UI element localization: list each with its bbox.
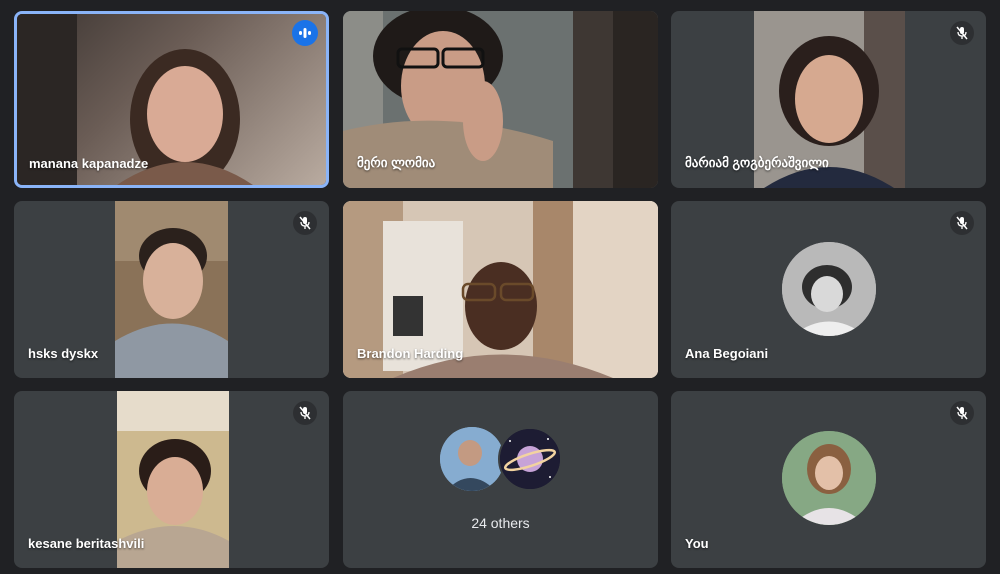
participant-name: hsks dyskx (28, 346, 99, 361)
participant-tile-manana[interactable]: manana kapanadze (14, 11, 329, 188)
participant-tile-hsks[interactable]: hsks dyskx (14, 201, 329, 378)
avatar (440, 427, 504, 491)
participant-tile-meri[interactable]: მერი ლომია (343, 11, 658, 188)
mic-off-icon (950, 211, 974, 235)
participant-tile-kesane[interactable]: kesane beritashvili (14, 391, 329, 568)
participant-name: Ana Begoiani (685, 346, 769, 361)
mic-off-icon (293, 211, 317, 235)
participant-name: მარიამ გოგბერაშვილი (685, 155, 829, 170)
participant-name: kesane beritashvili (28, 536, 145, 551)
others-tile[interactable]: 24 others (343, 391, 658, 568)
participant-name: მერი ლომია (357, 155, 436, 170)
participant-name: Brandon Harding (357, 346, 464, 361)
participant-name: You (685, 536, 709, 551)
participant-name: manana kapanadze (29, 156, 149, 171)
participant-tile-ana[interactable]: Ana Begoiani (671, 201, 986, 378)
avatar (782, 242, 876, 336)
others-count-label: 24 others (471, 515, 530, 531)
participant-tile-brandon[interactable]: Brandon Harding (343, 201, 658, 378)
speaking-indicator-icon (292, 20, 318, 46)
participant-tile-mariam[interactable]: მარიამ გოგბერაშვილი (671, 11, 986, 188)
avatar (498, 427, 562, 491)
participant-tile-you[interactable]: You (671, 391, 986, 568)
mic-off-icon (293, 401, 317, 425)
avatar (782, 431, 876, 525)
mic-off-icon (950, 401, 974, 425)
mic-off-icon (950, 21, 974, 45)
participant-video (115, 201, 228, 378)
